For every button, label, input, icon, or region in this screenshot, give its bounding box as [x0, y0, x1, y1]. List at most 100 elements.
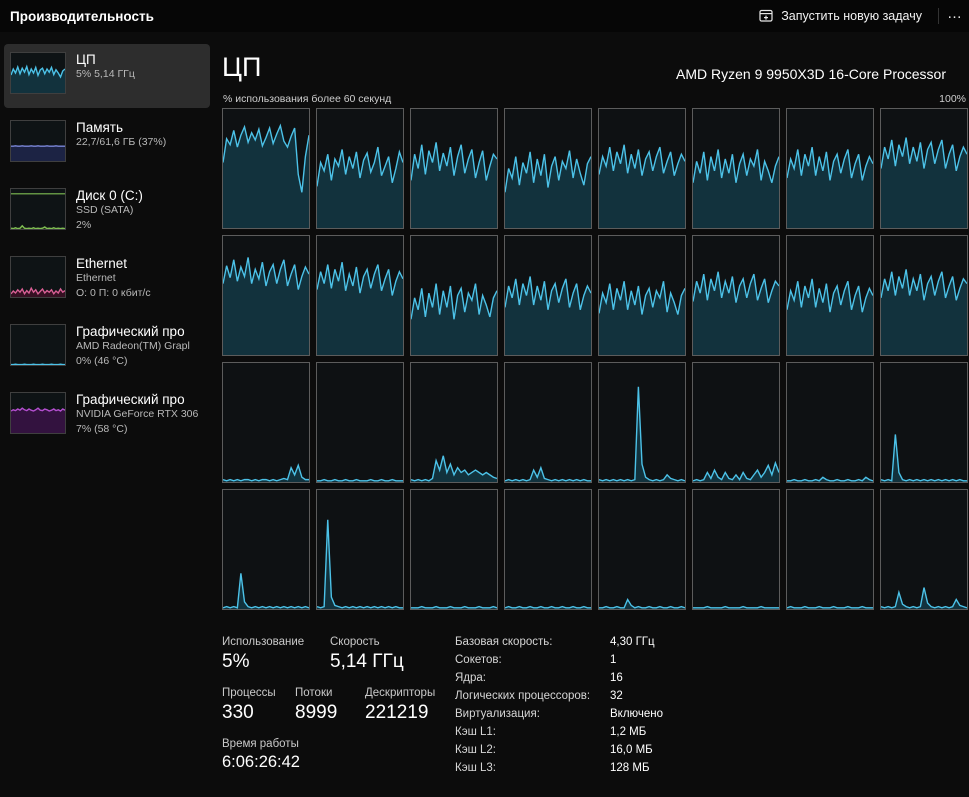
cpu-sparkline — [10, 52, 66, 94]
cpu-core-graph-12 — [598, 235, 686, 356]
cpu-core-graph-14 — [786, 235, 874, 356]
detail-label: Кэш L3: — [455, 762, 610, 776]
stat-value: 5% — [222, 651, 330, 673]
sidebar-item-detail: AMD Radeon(TM) Grapl — [76, 339, 190, 354]
stat-value: 5,14 ГГц — [330, 651, 420, 673]
cpu-core-graph-1 — [316, 108, 404, 229]
sidebar-item-title: Память — [76, 120, 166, 135]
detail-label: Логических процессоров: — [455, 690, 610, 704]
detail-label: Виртуализация: — [455, 708, 610, 722]
sidebar-item-text: Графический проAMD Radeon(TM) Grapl0% (4… — [76, 324, 190, 369]
sidebar-item-ethernet[interactable]: EthernetEthernetО: 0 П: 0 кбит/с — [4, 248, 210, 312]
sidebar-item-disk[interactable]: Диск 0 (C:)SSD (SATA)2% — [4, 180, 210, 244]
sidebar-item-title: Ethernet — [76, 256, 151, 271]
processor-name: AMD Ryzen 9 9950X3D 16-Core Processor — [676, 66, 969, 82]
gpu_nvidia-sparkline — [10, 392, 66, 434]
stat-processes: Процессы330 — [222, 687, 295, 724]
sidebar-item-detail: Ethernet — [76, 271, 151, 286]
titlebar-separator — [938, 8, 939, 24]
uptime-value: 6:06:26:42 — [222, 753, 300, 772]
cpu-core-graph-4 — [598, 108, 686, 229]
stat-label: Дескрипторы — [365, 687, 444, 699]
detail-value: 32 — [610, 690, 623, 704]
sidebar-item-detail: 7% (58 °C) — [76, 422, 198, 437]
cpu-core-graph-24 — [222, 489, 310, 610]
run-new-task-label: Запустить новую задачу — [781, 9, 922, 23]
detail-row: Ядра:16 — [455, 672, 835, 686]
cpu-core-graph-20 — [598, 362, 686, 483]
memory-sparkline — [10, 120, 66, 162]
cpu-core-graph-29 — [692, 489, 780, 610]
cpu-core-graph-17 — [316, 362, 404, 483]
cpu-core-graph-11 — [504, 235, 592, 356]
cpu-core-graph-6 — [786, 108, 874, 229]
stat-handles: Дескрипторы221219 — [365, 687, 444, 724]
uptime-label: Время работы — [222, 738, 300, 750]
gpu_amd-sparkline — [10, 324, 66, 366]
sidebar-item-text: EthernetEthernetО: 0 П: 0 кбит/с — [76, 256, 151, 301]
sidebar-item-detail: 22,7/61,6 ГБ (37%) — [76, 135, 166, 150]
cpu-core-graph-25 — [316, 489, 404, 610]
cpu-core-graph-22 — [786, 362, 874, 483]
sidebar-item-text: Память22,7/61,6 ГБ (37%) — [76, 120, 166, 150]
uptime-block: Время работы 6:06:26:42 — [222, 738, 300, 772]
detail-label: Ядра: — [455, 672, 610, 686]
detail-value: 16 — [610, 672, 623, 686]
sidebar-item-detail: 2% — [76, 218, 143, 233]
disk-sparkline — [10, 188, 66, 230]
detail-label: Сокетов: — [455, 654, 610, 668]
sidebar-item-detail: 5% 5,14 ГГц — [76, 67, 135, 82]
stats-primary: Использование 5%Скорость 5,14 ГГц — [222, 636, 420, 673]
sidebar-item-cpu[interactable]: ЦП5% 5,14 ГГц — [4, 44, 210, 108]
detail-label: Кэш L2: — [455, 744, 610, 758]
detail-row: Виртуализация:Включено — [455, 708, 835, 722]
run-new-task-button[interactable]: Запустить новую задачу — [745, 4, 936, 28]
more-options-button[interactable]: … — [941, 4, 969, 28]
detail-row: Базовая скорость:4,30 ГГц — [455, 636, 835, 650]
stat-value: 330 — [222, 702, 295, 724]
cpu-core-graph-26 — [410, 489, 498, 610]
cpu-core-graph-23 — [880, 362, 968, 483]
cpu-core-graph-13 — [692, 235, 780, 356]
sidebar-item-detail: О: 0 П: 0 кбит/с — [76, 286, 151, 301]
stat-speed: Скорость 5,14 ГГц — [330, 636, 420, 673]
ethernet-sparkline — [10, 256, 66, 298]
cpu-core-graph-0 — [222, 108, 310, 229]
titlebar: Производительность Запустить новую задач… — [0, 0, 969, 32]
cpu-core-graph-27 — [504, 489, 592, 610]
sidebar-item-memory[interactable]: Память22,7/61,6 ГБ (37%) — [4, 112, 210, 176]
sidebar-item-gpu_amd[interactable]: Графический проAMD Radeon(TM) Grapl0% (4… — [4, 316, 210, 380]
detail-value: 16,0 МБ — [610, 744, 653, 758]
sidebar: ЦП5% 5,14 ГГц Память22,7/61,6 ГБ (37%) Дис… — [4, 44, 210, 452]
detail-label: Базовая скорость: — [455, 636, 610, 650]
cpu-core-graph-5 — [692, 108, 780, 229]
detail-value: Включено — [610, 708, 663, 722]
stat-value: 8999 — [295, 702, 365, 724]
cpu-details: Базовая скорость:4,30 ГГцСокетов:1Ядра:1… — [455, 636, 835, 776]
stats-secondary: Процессы330Потоки 8999Дескрипторы221219 — [222, 687, 444, 724]
sidebar-item-gpu_nvidia[interactable]: Графический проNVIDIA GeForce RTX 3067% … — [4, 384, 210, 448]
run-new-task-icon — [759, 9, 773, 23]
cpu-core-graph-30 — [786, 489, 874, 610]
cpu-core-grid — [222, 108, 968, 610]
cpu-core-graph-7 — [880, 108, 968, 229]
cpu-core-graph-15 — [880, 235, 968, 356]
stat-label: Потоки — [295, 687, 365, 699]
detail-label: Кэш L1: — [455, 726, 610, 740]
cpu-core-graph-19 — [504, 362, 592, 483]
stat-label: Скорость — [330, 636, 420, 648]
sidebar-item-text: ЦП5% 5,14 ГГц — [76, 52, 135, 82]
detail-value: 1 — [610, 654, 616, 668]
stat-threads: Потоки 8999 — [295, 687, 365, 724]
sidebar-item-text: Графический проNVIDIA GeForce RTX 3067% … — [76, 392, 198, 437]
cpu-core-graph-9 — [316, 235, 404, 356]
cpu-core-graph-28 — [598, 489, 686, 610]
cpu-core-graph-18 — [410, 362, 498, 483]
detail-row: Сокетов:1 — [455, 654, 835, 668]
sidebar-item-title: Диск 0 (C:) — [76, 188, 143, 203]
detail-value: 4,30 ГГц — [610, 636, 655, 650]
stat-label: Использование — [222, 636, 330, 648]
cpu-core-graph-31 — [880, 489, 968, 610]
sidebar-item-detail: SSD (SATA) — [76, 203, 143, 218]
sidebar-item-detail: 0% (46 °C) — [76, 354, 190, 369]
